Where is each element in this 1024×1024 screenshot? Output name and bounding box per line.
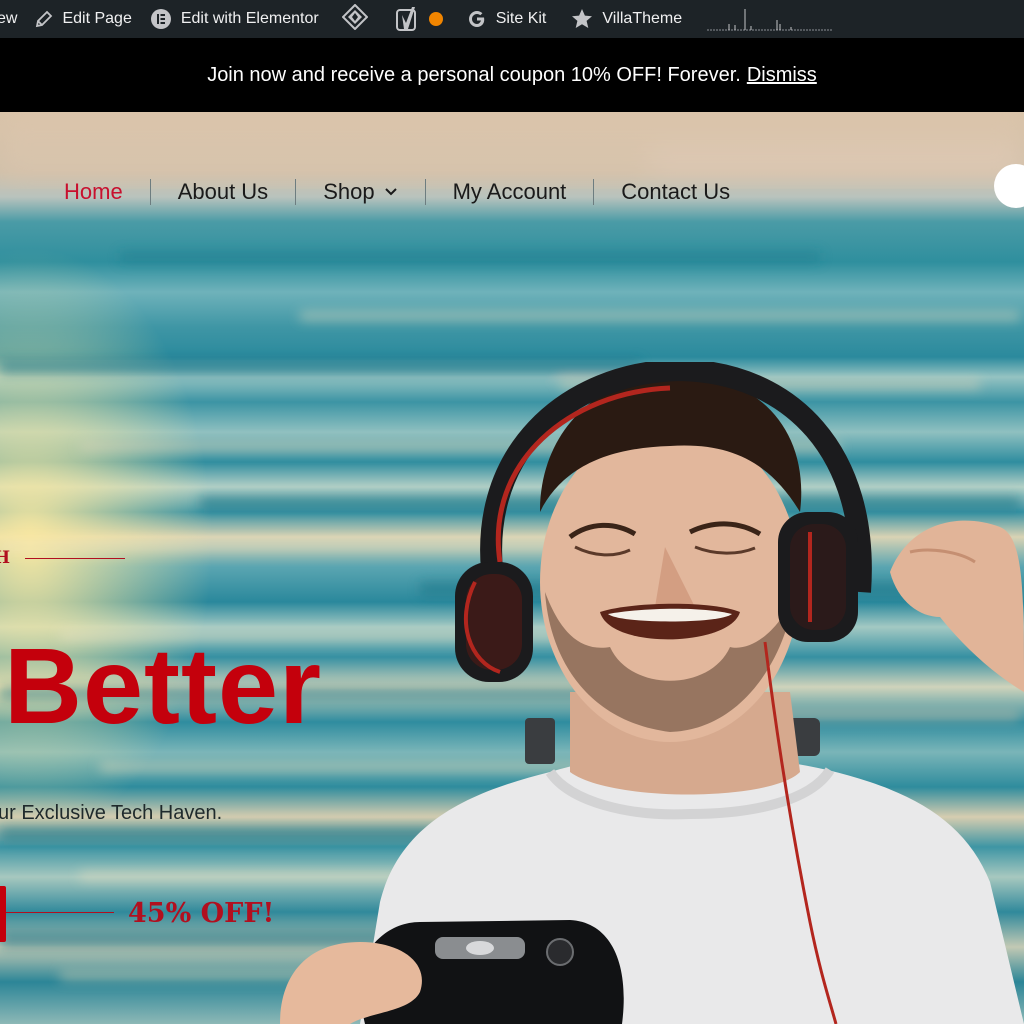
diamond-plugin-link[interactable] xyxy=(328,0,382,38)
hero-subtitle: ur Exclusive Tech Haven. xyxy=(0,802,223,824)
nav-item-shop-label: Shop xyxy=(323,179,375,204)
elementor-icon xyxy=(150,8,172,30)
site-kit-link[interactable]: Site Kit xyxy=(451,0,556,38)
shop-now-button[interactable] xyxy=(0,886,6,942)
edit-with-elementor-label: Edit with Elementor xyxy=(180,10,319,27)
cta-divider-line xyxy=(6,912,114,913)
villatheme-link[interactable]: VillaTheme xyxy=(555,0,691,38)
google-g-icon xyxy=(467,9,487,29)
eyebrow-divider-line xyxy=(25,557,126,559)
edit-page-label: Edit Page xyxy=(62,10,132,27)
site-kit-label: Site Kit xyxy=(495,10,547,27)
edit-with-elementor-link[interactable]: Edit with Elementor xyxy=(141,0,328,38)
nav-divider xyxy=(424,179,426,205)
pencil-icon xyxy=(35,10,53,28)
hero-section: Home About Us Shop My Account Contact Us xyxy=(0,112,1024,1024)
store-notice-bar: Join now and receive a personal coupon 1… xyxy=(0,38,1024,112)
hero-gamer-image xyxy=(280,362,1024,1024)
discount-label: 45% OFF! xyxy=(128,898,275,929)
star-icon xyxy=(571,8,593,30)
nav-item-home[interactable]: Home xyxy=(64,179,123,205)
view-page-label: ew xyxy=(0,10,18,27)
nav-item-contact-us[interactable]: Contact Us xyxy=(621,179,730,205)
edit-page-link[interactable]: Edit Page xyxy=(26,0,140,38)
villatheme-label: VillaTheme xyxy=(602,10,683,27)
stats-sparkline[interactable] xyxy=(707,7,834,31)
hero-eyebrow-text: H xyxy=(0,548,14,568)
nav-item-shop[interactable]: Shop xyxy=(323,179,397,205)
store-notice-message: Join now and receive a personal coupon 1… xyxy=(207,63,741,86)
view-page-link[interactable]: ew xyxy=(0,0,26,38)
wp-admin-bar: ew Edit Page Edit with Elementor Site Ki… xyxy=(0,0,1024,38)
chevron-down-icon xyxy=(384,187,398,197)
hero-eyebrow: H xyxy=(0,548,126,568)
nav-divider xyxy=(593,179,595,205)
nav-divider xyxy=(149,179,151,205)
nav-item-about-us[interactable]: About Us xyxy=(178,179,269,205)
dismiss-link[interactable]: Dismiss xyxy=(747,64,817,87)
nav-divider xyxy=(295,179,297,205)
yoast-seo-link[interactable] xyxy=(382,0,451,38)
main-navigation: Home About Us Shop My Account Contact Us xyxy=(64,172,730,212)
nav-item-my-account[interactable]: My Account xyxy=(453,179,567,205)
diamond-icon xyxy=(341,3,369,35)
yoast-icon xyxy=(395,6,420,32)
hero-headline: Better xyxy=(4,625,323,746)
seo-status-dot xyxy=(428,12,443,26)
